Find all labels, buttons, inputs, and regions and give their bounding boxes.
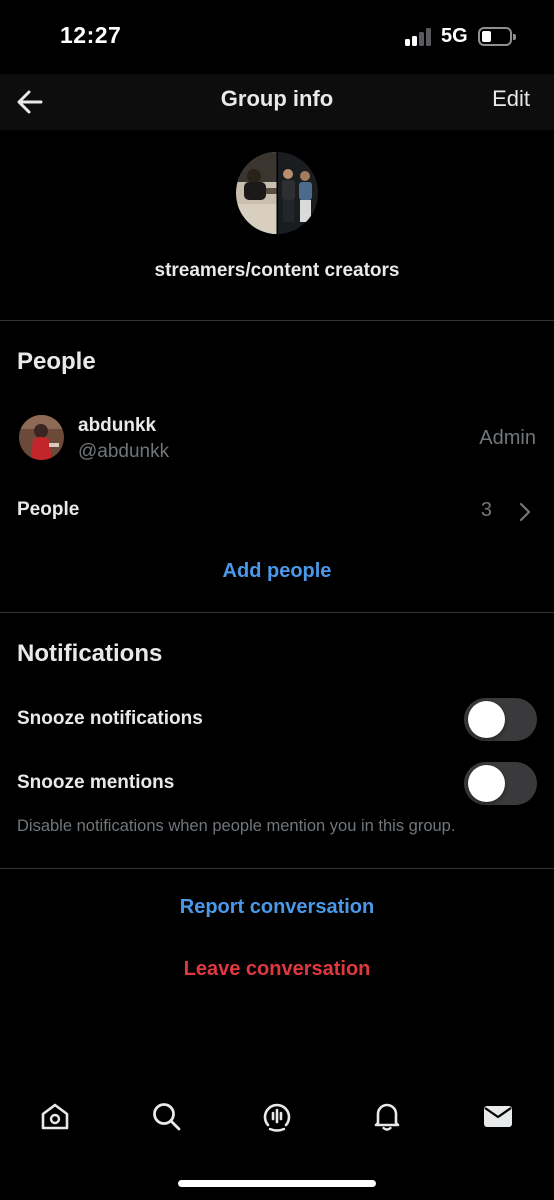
group-name: streamers/content creators [154,260,400,281]
snooze-notifications-label: Snooze notifications [17,708,203,729]
people-list-row[interactable]: People 3 [0,488,554,534]
group-photo-image [236,152,318,234]
people-count: 3 [480,499,492,521]
snooze-mentions-label: Snooze mentions [17,772,175,793]
notifications-section-title: Notifications [17,640,163,667]
snooze-mentions-helper-text: Disable notifications when people mentio… [17,817,456,835]
nav-spaces[interactable] [260,1099,294,1133]
status-time: 12:27 [60,22,122,48]
toggle-knob [468,701,505,738]
cellular-signal-icon [405,28,433,46]
toggle-knob [468,765,505,802]
edit-button[interactable]: Edit [492,86,530,112]
member-avatar[interactable] [19,415,64,460]
divider [0,612,554,613]
snooze-mentions-toggle[interactable] [464,762,537,805]
member-name: abdunkk [78,415,157,436]
group-avatar[interactable] [236,152,318,234]
network-type: 5G [441,25,468,47]
battery-icon [478,27,516,46]
nav-search[interactable] [149,1099,183,1133]
divider [0,868,554,869]
member-handle: @abdunkk [78,441,170,462]
member-role-badge: Admin [479,427,536,449]
divider [0,320,554,321]
people-section-title: People [17,348,96,375]
group-info-screen: 12:27 5G Group info Edit streamers/conte… [0,0,554,1200]
search-icon [153,1103,181,1131]
notifications-bell-icon [374,1103,400,1131]
spaces-icon [263,1103,291,1132]
chevron-right-icon [519,502,531,522]
home-indicator[interactable] [178,1180,376,1187]
top-app-bar: Group info Edit [0,74,554,130]
snooze-notifications-toggle[interactable] [464,698,537,741]
member-photo-image [19,415,64,460]
messages-envelope-icon [484,1106,512,1127]
nav-notifications[interactable] [370,1099,404,1133]
nav-home[interactable] [38,1099,72,1133]
people-row-label: People [17,499,80,520]
home-icon [41,1103,69,1130]
report-conversation-button[interactable]: Report conversation [0,896,554,919]
page-title: Group info [220,86,334,111]
add-people-button[interactable]: Add people [0,560,554,583]
status-bar: 12:27 5G [0,0,554,74]
bottom-tab-bar [0,1085,554,1149]
nav-messages[interactable] [481,1099,515,1133]
leave-conversation-button[interactable]: Leave conversation [0,958,554,981]
